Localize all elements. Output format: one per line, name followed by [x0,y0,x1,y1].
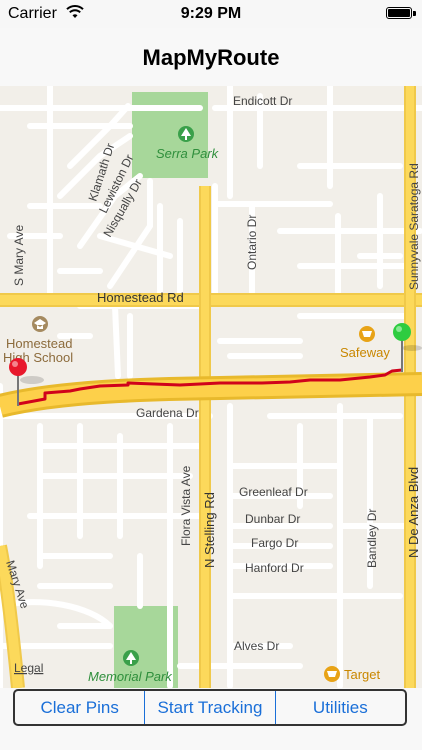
page-title: MapMyRoute [142,45,280,70]
poi-target: Target [344,667,381,682]
street-label: Gardena Dr [136,406,199,420]
school-icon [32,316,48,332]
poi-safeway: Safeway [340,345,390,360]
street-label: Alves Dr [234,639,279,653]
segmented-control: Clear Pins Start Tracking Utilities [13,689,407,726]
street-label: S Mary Ave [12,225,26,286]
street-label: Greenleaf Dr [239,485,308,499]
park-icon [178,126,194,142]
street-label: Endicott Dr [233,94,292,108]
street-label: Ontario Dr [245,215,259,270]
street-label: Bandley Dr [365,509,379,568]
shopping-icon [359,326,375,342]
utilities-button[interactable]: Utilities [276,691,405,724]
battery-icon [386,7,416,19]
poi-serra-park: Serra Park [156,146,220,161]
park-icon [123,650,139,666]
street-label: Dunbar Dr [245,512,300,526]
navigation-bar: MapMyRoute [0,28,422,87]
street-label: Flora Vista Ave [179,465,193,546]
street-label: Hanford Dr [245,561,304,575]
map-view[interactable]: Endicott Dr Klamath Dr Lewiston Dr Nisqu… [0,86,422,688]
legal-link[interactable]: Legal [14,661,43,675]
street-label: Fargo Dr [251,536,298,550]
poi-homestead-school: Homestead [6,336,72,351]
bottom-toolbar: Clear Pins Start Tracking Utilities [0,688,422,750]
start-tracking-button[interactable]: Start Tracking [145,691,276,724]
street-label: Sunnyvale Saratoga Rd [407,163,421,290]
shopping-icon [324,666,340,682]
street-label: Homestead Rd [97,290,184,305]
park-area [132,92,208,178]
street-label: N De Anza Blvd [406,467,421,558]
status-bar: Carrier 9:29 PM [0,0,422,28]
poi-memorial-park: Memorial Park [88,669,173,684]
street-label: N Stelling Rd [202,492,217,568]
map-canvas[interactable]: Endicott Dr Klamath Dr Lewiston Dr Nisqu… [0,86,422,688]
clear-pins-button[interactable]: Clear Pins [15,691,146,724]
clock: 9:29 PM [180,5,242,22]
